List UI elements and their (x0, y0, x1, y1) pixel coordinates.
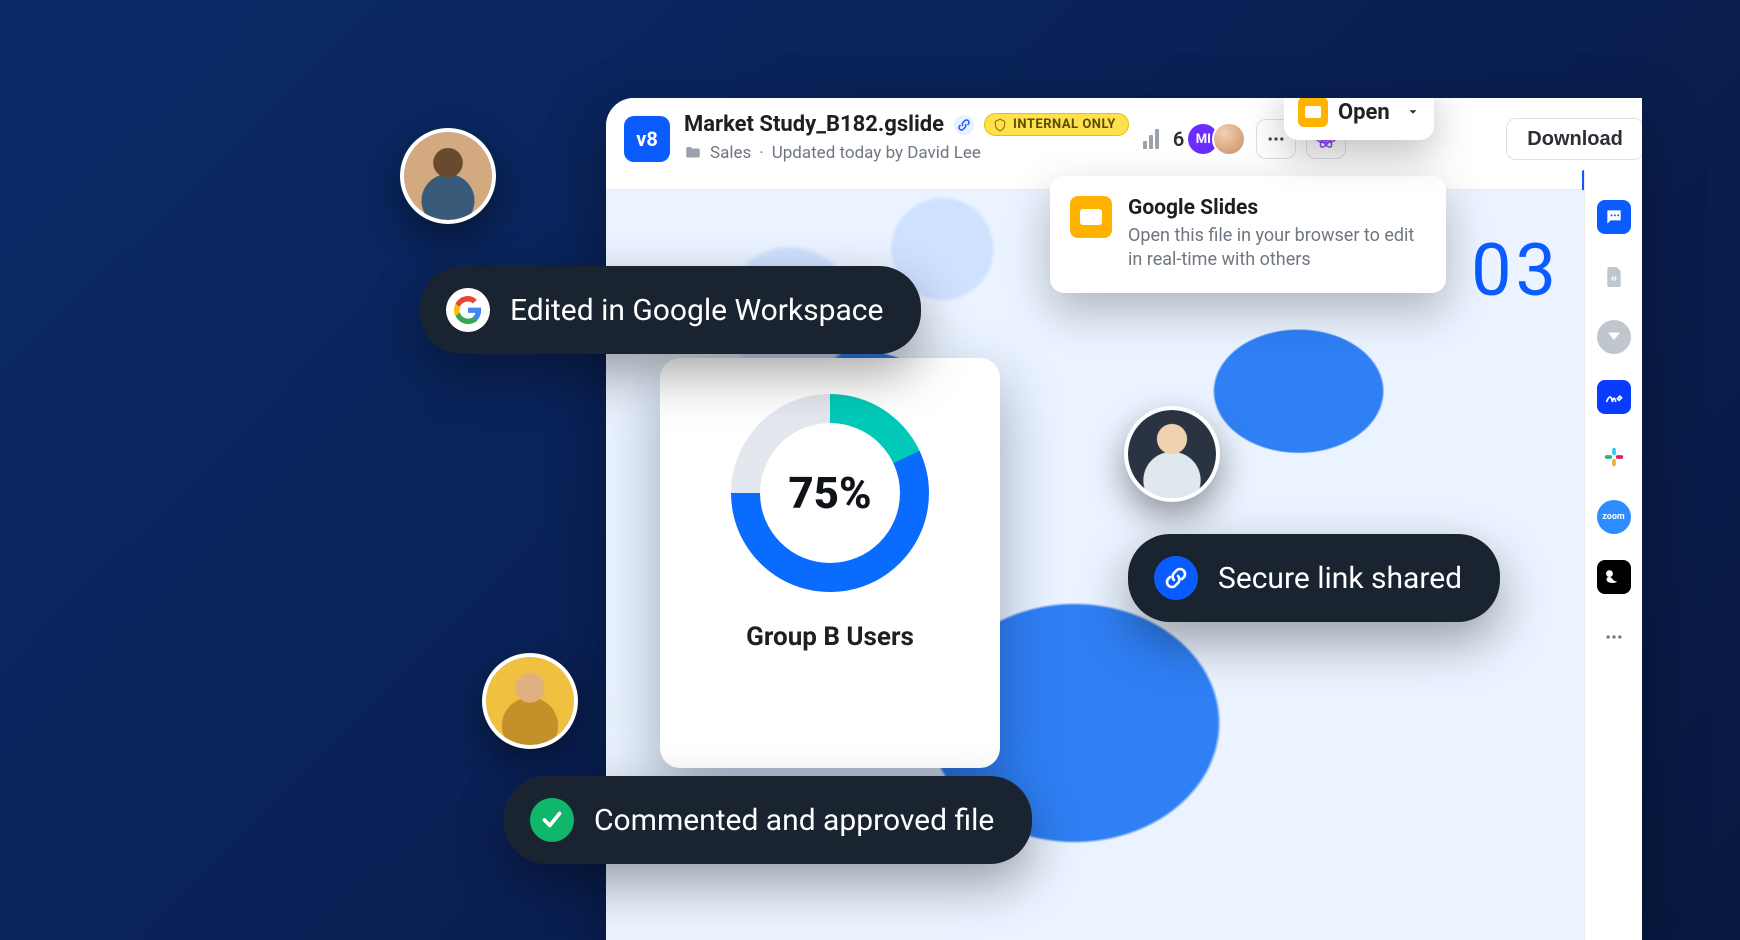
viewer-count[interactable]: 6 (1173, 127, 1184, 151)
avatar-photo[interactable] (1212, 122, 1246, 156)
more-apps-rail-button[interactable] (1597, 620, 1631, 654)
donut-chart: 75% (731, 394, 929, 592)
open-dropdown[interactable]: Google Slides Open this file in your bro… (1050, 176, 1446, 293)
stat-card: 75% Group B Users (660, 358, 1000, 768)
collaborator-avatar-3 (1124, 406, 1220, 502)
check-icon (530, 798, 574, 842)
access-level-label: INTERNAL ONLY (1013, 117, 1116, 132)
stats-icon[interactable] (1143, 129, 1159, 149)
activity-pill-secure-link: Secure link shared (1128, 534, 1500, 622)
folder-icon (684, 144, 702, 162)
open-button[interactable]: Open (1284, 98, 1434, 140)
stat-label: Group B Users (746, 622, 914, 652)
activity-pill-edited: Edited in Google Workspace (420, 266, 921, 354)
title-row: Market Study_B182.gslide INTERNAL ONLY (684, 112, 1129, 137)
slack-rail-button[interactable] (1597, 440, 1631, 474)
right-rail: zoom (1584, 170, 1642, 940)
modified-line: Updated today by David Lee (772, 143, 981, 163)
activity-pill-secure-label: Secure link shared (1218, 561, 1462, 596)
collaborator-avatar-2 (482, 653, 578, 749)
google-slides-icon (1298, 98, 1328, 127)
adobe-rail-button[interactable] (1597, 560, 1631, 594)
stat-percent: 75% (788, 467, 871, 519)
breadcrumb[interactable]: Sales · Updated today by David Lee (684, 143, 1129, 163)
access-level-badge[interactable]: INTERNAL ONLY (984, 113, 1129, 136)
activity-pill-approved: Commented and approved file (504, 776, 1032, 864)
download-button[interactable]: Download (1506, 118, 1642, 160)
page-number: 03 (1471, 228, 1560, 313)
zoom-rail-button[interactable]: zoom (1597, 500, 1631, 534)
version-badge[interactable]: v8 (624, 116, 670, 162)
open-dropdown-title: Google Slides (1128, 196, 1426, 220)
open-button-label: Open (1338, 100, 1396, 125)
activity-pill-edited-label: Edited in Google Workspace (510, 293, 883, 328)
activity-pill-approved-label: Commented and approved file (594, 803, 994, 838)
viewer-avatars[interactable]: MI (1194, 122, 1246, 156)
comments-rail-button[interactable] (1597, 200, 1631, 234)
header-bar: v8 Market Study_B182.gslide INTERNAL ONL… (606, 98, 1642, 190)
google-slides-icon (1070, 196, 1112, 238)
google-icon (446, 288, 490, 332)
file-name[interactable]: Market Study_B182.gslide (684, 112, 944, 137)
title-block: Market Study_B182.gslide INTERNAL ONLY S… (684, 112, 1129, 163)
collaborator-avatar-1 (400, 128, 496, 224)
open-dropdown-desc: Open this file in your browser to edit i… (1128, 224, 1426, 273)
folder-name: Sales (710, 143, 751, 163)
metadata-rail-button[interactable] (1597, 320, 1631, 354)
link-icon (1154, 556, 1198, 600)
info-rail-button[interactable] (1597, 260, 1631, 294)
sign-rail-button[interactable] (1597, 380, 1631, 414)
shared-link-icon[interactable] (954, 115, 974, 135)
chevron-down-icon (1406, 105, 1420, 119)
